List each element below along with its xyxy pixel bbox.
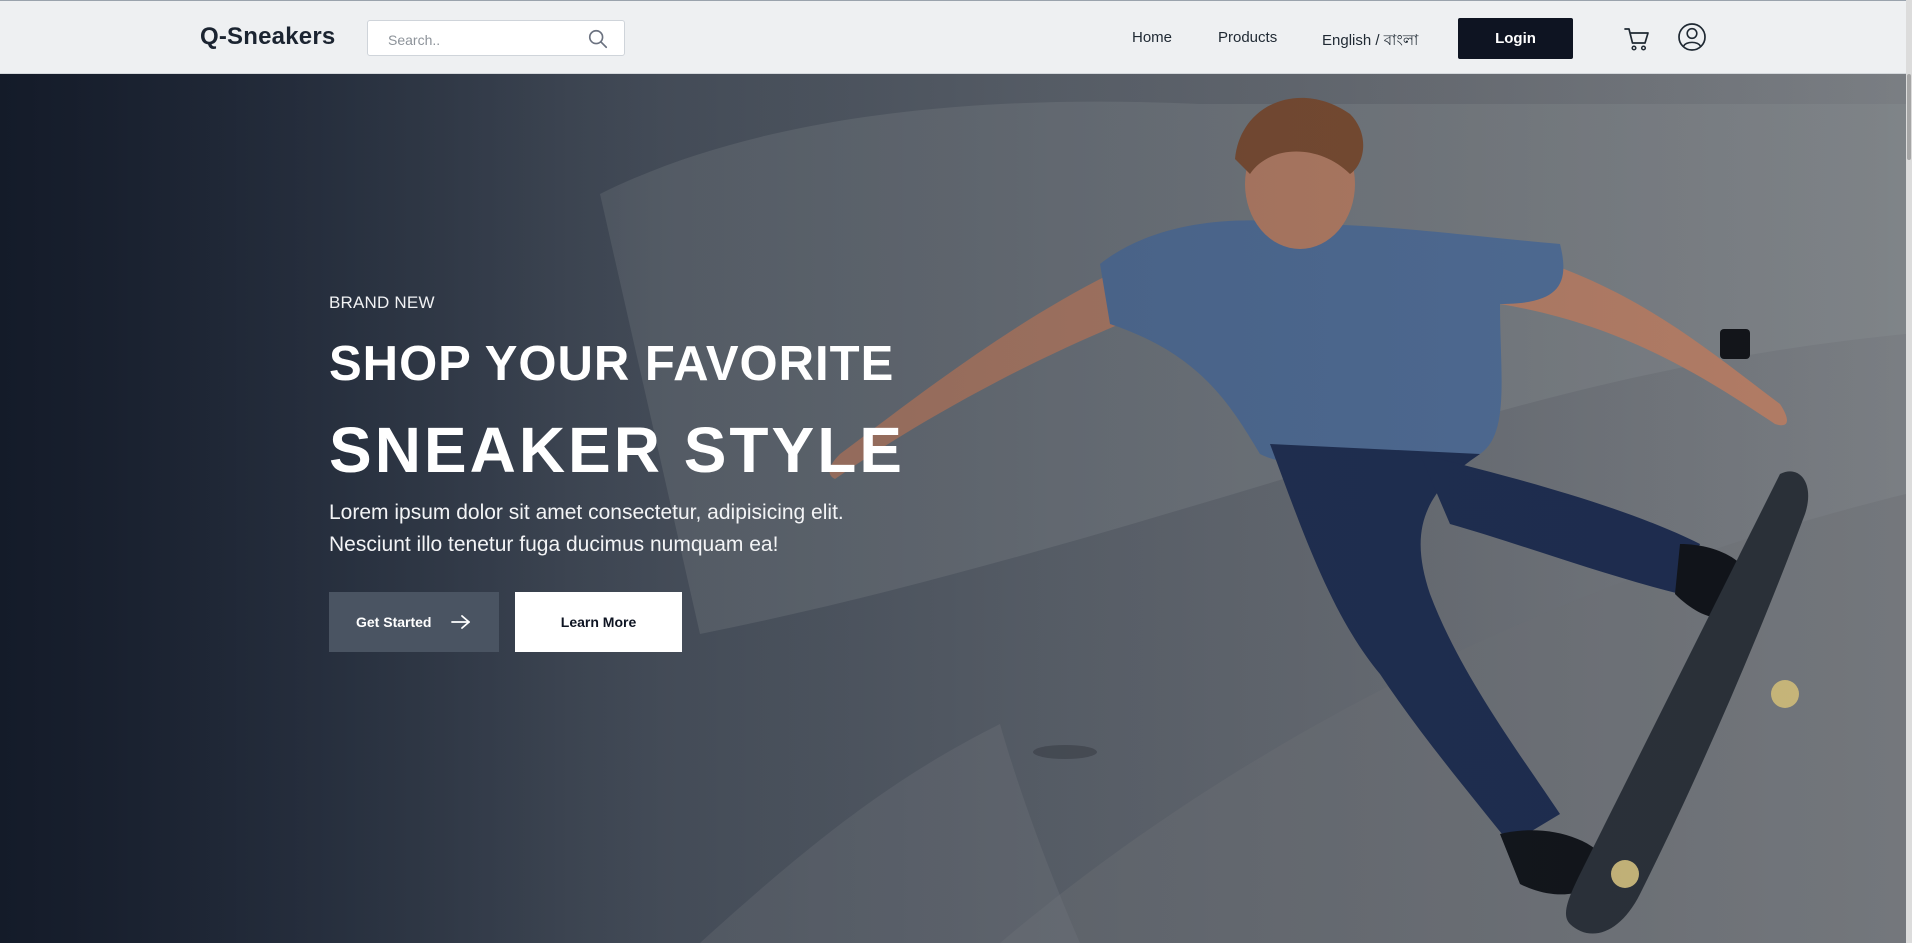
login-button[interactable]: Login <box>1458 18 1573 59</box>
cart-icon[interactable] <box>1623 25 1651 53</box>
brand-logo[interactable]: Q-Sneakers <box>200 23 335 51</box>
search-icon[interactable] <box>587 28 609 50</box>
hero-description-line-2: Nesciunt illo tenetur fuga ducimus numqu… <box>329 533 779 556</box>
nav-home-link[interactable]: Home <box>1132 29 1172 46</box>
get-started-button[interactable]: Get Started <box>329 592 499 652</box>
user-circle-icon[interactable] <box>1677 22 1707 52</box>
search-input[interactable] <box>386 29 580 51</box>
skateboarder-photo <box>0 74 1906 943</box>
search-bar[interactable] <box>367 20 625 56</box>
scrollbar-thumb[interactable] <box>1907 74 1911 160</box>
nav-products-link[interactable]: Products <box>1218 29 1277 46</box>
learn-more-button[interactable]: Learn More <box>515 592 682 652</box>
hero-description: Lorem ipsum dolor sit amet consectetur, … <box>329 497 849 561</box>
hero-description-line-1: Lorem ipsum dolor sit amet consectetur, … <box>329 501 844 524</box>
hero-headline-line-1: SHOP YOUR FAVORITE <box>329 337 895 391</box>
hero-headline-line-2: SNEAKER STYLE <box>329 414 905 486</box>
top-navbar: Q-Sneakers Home Products English / বাংলা… <box>0 0 1906 74</box>
hero-banner: BRAND NEW SHOP YOUR FAVORITE SNEAKER STY… <box>0 74 1906 943</box>
get-started-label: Get Started <box>356 614 432 630</box>
arrow-right-icon <box>451 615 470 629</box>
language-switch[interactable]: English / বাংলা <box>1322 29 1418 54</box>
hero-eyebrow: BRAND NEW <box>329 293 435 312</box>
